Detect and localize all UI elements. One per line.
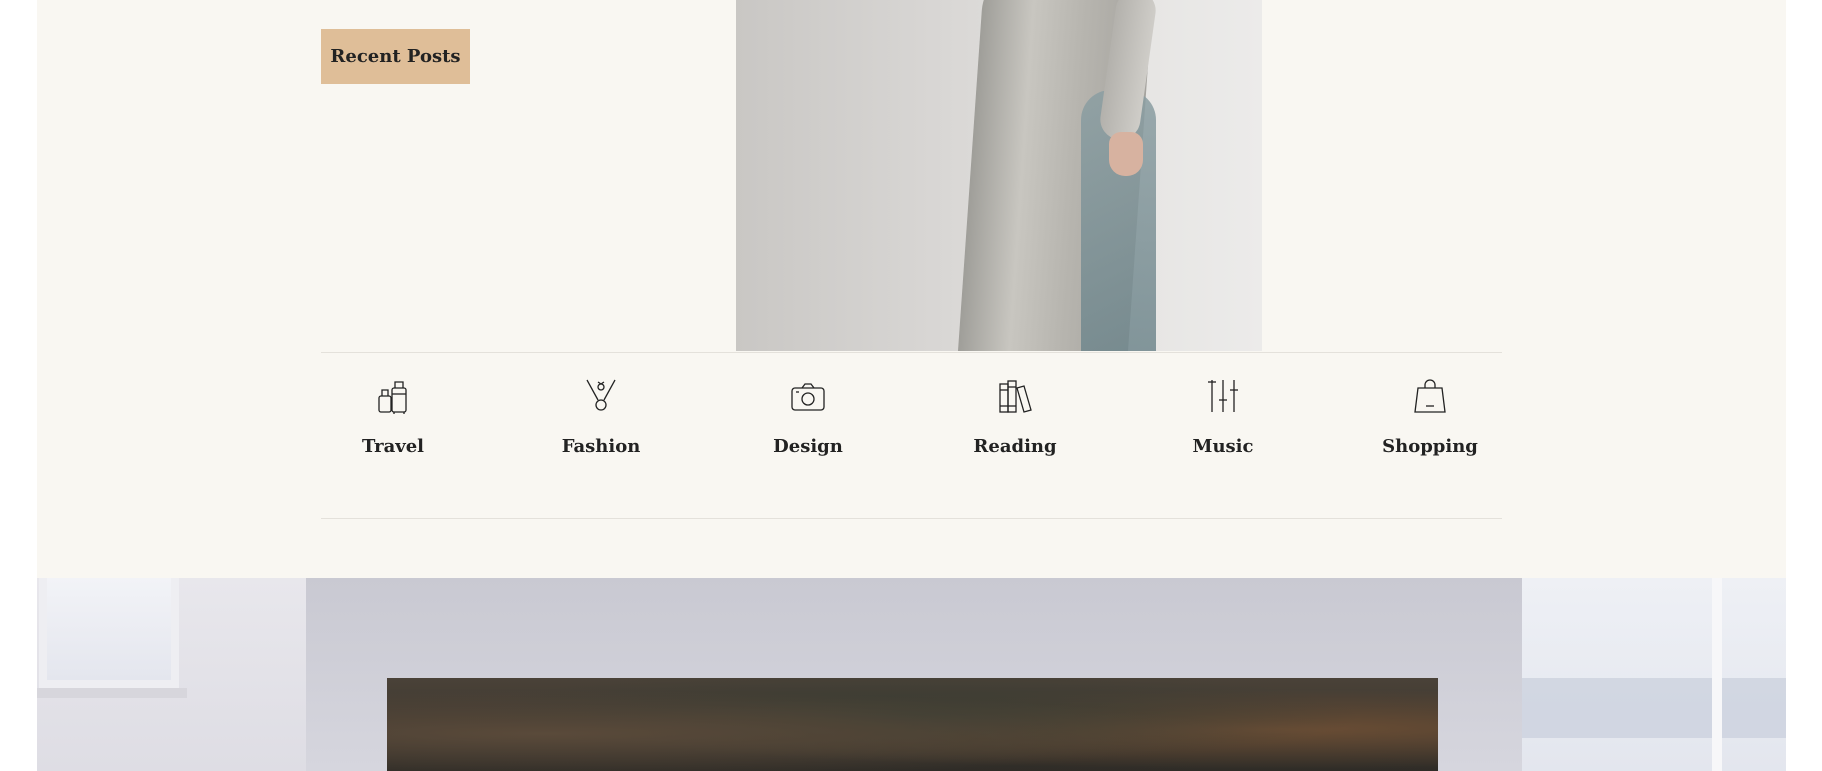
photo-hand [1109,132,1143,176]
category-travel[interactable]: Travel [323,376,463,476]
category-shopping[interactable]: Shopping [1360,376,1500,476]
equalizer-icon [1208,380,1238,412]
books-icon [999,380,1032,413]
featured-post-image[interactable] [736,0,1262,351]
category-label-fashion: Fashion [561,436,641,457]
photo-window-frame [1712,578,1722,771]
category-label-travel: Travel [362,436,424,457]
category-label-design: Design [773,436,843,457]
category-label-shopping: Shopping [1382,436,1478,457]
photo-window-sill [37,688,187,698]
category-label-reading: Reading [973,436,1057,457]
luggage-icon [378,381,407,414]
category-label-music: Music [1192,436,1254,457]
category-divider-top [321,352,1502,353]
camera-icon [791,383,825,411]
photo-blur [1522,678,1786,738]
category-reading[interactable]: Reading [945,376,1085,476]
photo-window [39,578,179,688]
lower-feature-section [37,578,1786,771]
necklace-icon [586,379,616,411]
shopping-bag-icon [1414,379,1446,413]
forest-post-image[interactable] [387,678,1438,771]
category-music[interactable]: Music [1153,376,1293,476]
background-photo-right [1522,578,1786,771]
category-design[interactable]: Design [738,376,878,476]
background-photo-left [37,578,307,771]
category-divider-bottom [321,518,1502,519]
category-fashion[interactable]: Fashion [531,376,671,476]
recent-posts-button[interactable]: Recent Posts [321,29,470,84]
